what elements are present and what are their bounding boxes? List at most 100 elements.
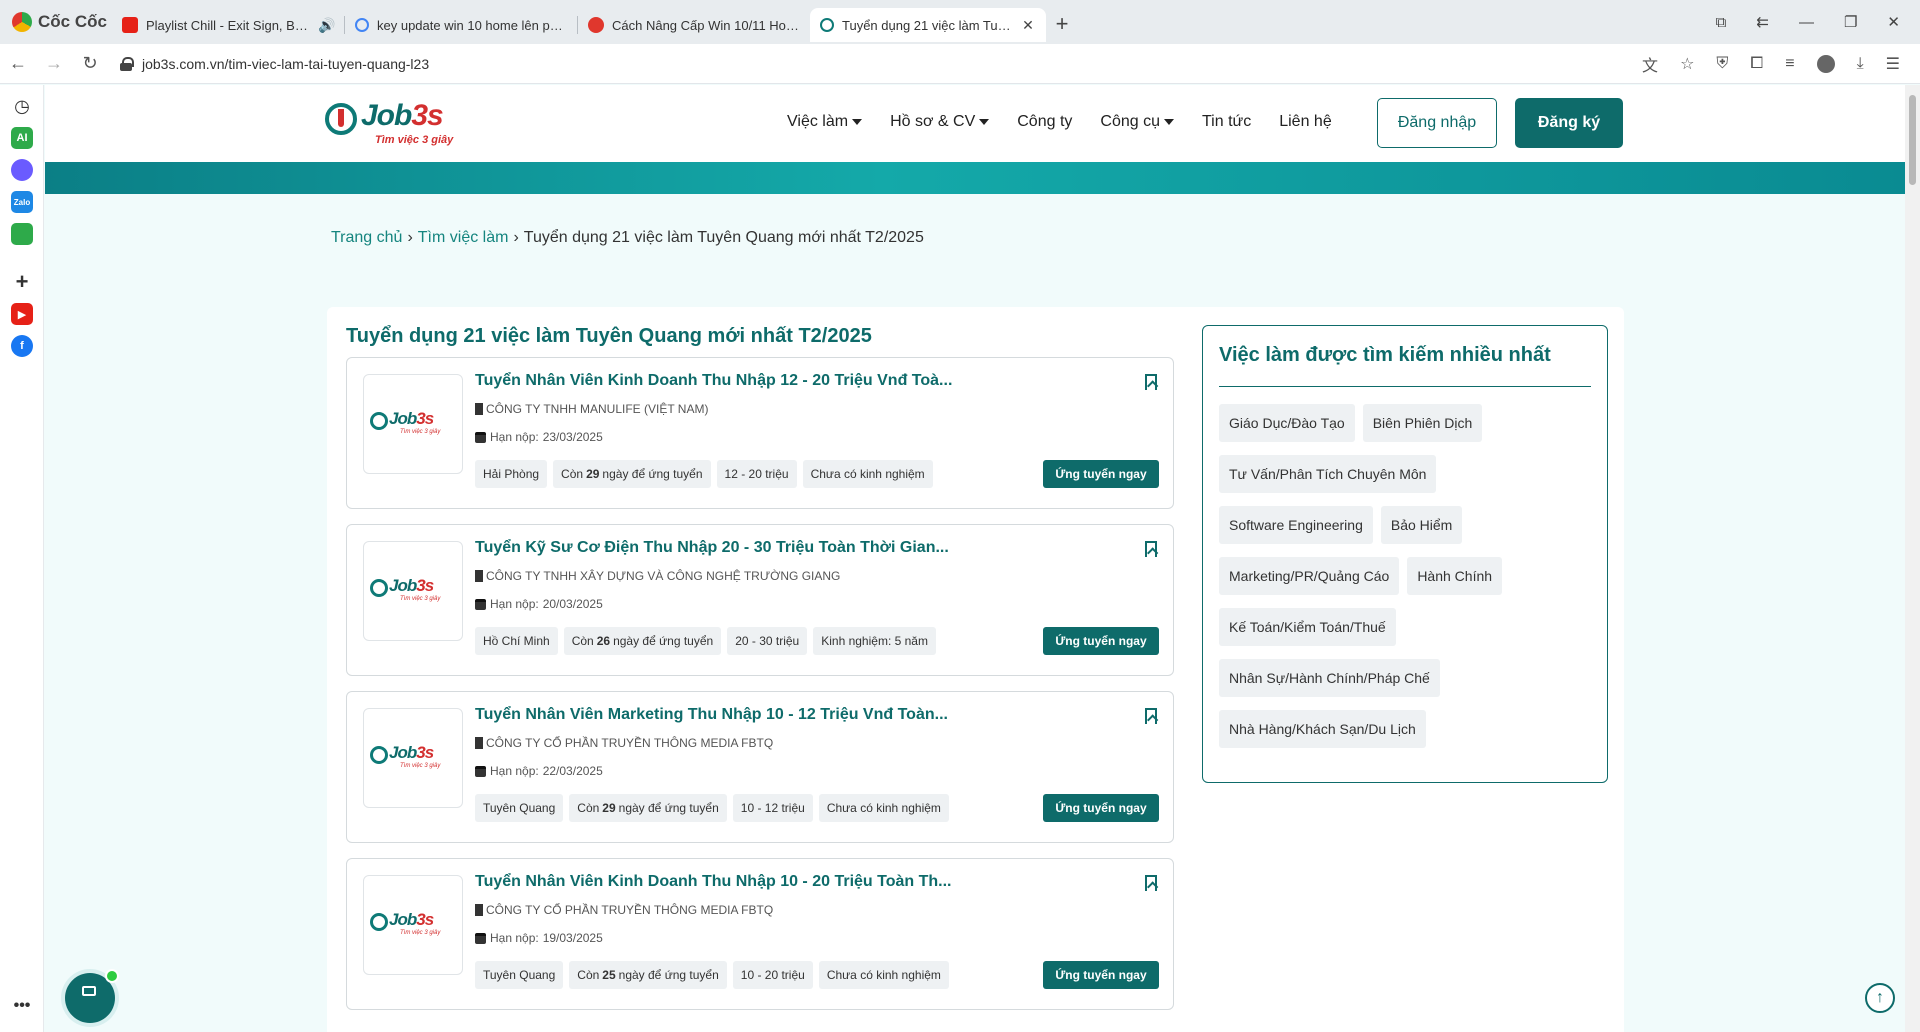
- chevron-down-icon: [1163, 119, 1174, 125]
- forward-arrow-icon[interactable]: →: [36, 53, 72, 74]
- apply-button[interactable]: Ứng tuyển ngay: [1043, 794, 1159, 822]
- menu-tin-tuc[interactable]: Tin tức: [1202, 113, 1251, 131]
- job-title[interactable]: Tuyển Kỹ Sư Cơ Điện Thu Nhập 20 - 30 Tri…: [475, 539, 949, 557]
- menu-lien-he[interactable]: Liên hệ: [1279, 113, 1332, 131]
- job-card[interactable]: Job3s Tìm việc 3 giây Tuyển Nhân Viên Mar…: [346, 691, 1174, 843]
- login-button[interactable]: Đăng nhập: [1377, 98, 1497, 148]
- tag-location: Hải Phòng: [475, 460, 548, 488]
- window-close-icon[interactable]: ✕: [1887, 13, 1900, 31]
- gamepad-icon[interactable]: [11, 223, 33, 245]
- menu-label: Liên hệ: [1279, 113, 1332, 130]
- job-deadline: Hạn nộp: 23/03/2025: [475, 430, 603, 444]
- breadcrumb: Trang chủ › Tìm việc làm › Tuyển dụng 21…: [331, 229, 924, 247]
- job-company: CÔNG TY CỔ PHẦN TRUYỀN THÔNG MEDIA FBTQ: [475, 736, 773, 750]
- popular-chip[interactable]: Biên Phiên Dịch: [1362, 404, 1483, 442]
- add-icon[interactable]: +: [11, 269, 33, 294]
- translate-icon[interactable]: 文: [1642, 52, 1658, 76]
- back-history-icon[interactable]: ⇇: [1756, 13, 1769, 31]
- breadcrumb-separator: ›: [407, 229, 413, 246]
- bookmark-star-icon[interactable]: ☆: [1680, 54, 1694, 74]
- chat-support-button[interactable]: [65, 969, 119, 1023]
- job3s-logo[interactable]: Job3s Tìm việc 3 giây: [325, 99, 485, 149]
- scroll-to-top-button[interactable]: ↑: [1865, 983, 1895, 1013]
- close-icon[interactable]: ✕: [1020, 17, 1036, 34]
- company-logo[interactable]: Job3s Tìm việc 3 giây: [363, 875, 463, 975]
- header-banner: [45, 162, 1905, 194]
- cast-icon[interactable]: ⧉: [1716, 14, 1727, 31]
- extensions-icon[interactable]: ⧠: [1750, 55, 1763, 73]
- calendar-icon: [475, 431, 486, 443]
- youtube-sidebar-icon[interactable]: ▶: [11, 303, 33, 325]
- popular-chip[interactable]: Nhân Sự/Hành Chính/Pháp Chế: [1219, 659, 1440, 697]
- zalo-icon[interactable]: Zalo: [11, 191, 33, 213]
- job-title[interactable]: Tuyển Nhân Viên Kinh Doanh Thu Nhập 10 -…: [475, 873, 951, 891]
- popular-chip[interactable]: Marketing/PR/Quảng Cáo: [1219, 557, 1400, 595]
- breadcrumb-home[interactable]: Trang chủ: [331, 229, 402, 247]
- bookmark-icon[interactable]: [1145, 875, 1157, 891]
- register-button[interactable]: Đăng ký: [1515, 98, 1623, 148]
- bookmark-icon[interactable]: [1145, 374, 1157, 390]
- menu-ho-so-cv[interactable]: Hồ sơ & CV: [890, 113, 990, 131]
- menu-viec-lam[interactable]: Việc làm: [787, 113, 863, 131]
- job-title[interactable]: Tuyển Nhân Viên Marketing Thu Nhập 10 - …: [475, 706, 948, 724]
- popular-chip[interactable]: Giáo Dục/Đào Tạo: [1219, 404, 1355, 442]
- company-logo[interactable]: Job3s Tìm việc 3 giây: [363, 708, 463, 808]
- scrollbar-thumb[interactable]: [1909, 95, 1916, 185]
- apply-button[interactable]: Ứng tuyển ngay: [1043, 460, 1159, 488]
- job-card[interactable]: Job3s Tìm việc 3 giây Tuyển Kỹ Sư Cơ Điện…: [346, 524, 1174, 676]
- menu-cong-cu[interactable]: Công cụ: [1100, 113, 1174, 131]
- shield-icon[interactable]: ⛨: [1716, 55, 1728, 73]
- popular-chip[interactable]: Kế Toán/Kiểm Toán/Thuế: [1219, 608, 1396, 646]
- minimize-icon[interactable]: —: [1799, 14, 1814, 31]
- facebook-icon[interactable]: f: [11, 335, 33, 357]
- browser-brand[interactable]: Cốc Cốc: [0, 0, 112, 44]
- messenger-icon[interactable]: [11, 159, 33, 181]
- job-deadline: Hạn nộp: 20/03/2025: [475, 597, 603, 611]
- company-logo[interactable]: Job3s Tìm việc 3 giây: [363, 541, 463, 641]
- menu-label: Công cụ: [1100, 113, 1160, 130]
- tab-job3s-active[interactable]: Tuyển dụng 21 việc làm Tuyên Quang ✕: [810, 8, 1046, 42]
- playlist-icon[interactable]: ≡: [1785, 55, 1794, 73]
- breadcrumb-jobs[interactable]: Tìm việc làm: [418, 229, 509, 247]
- company-logo[interactable]: Job3s Tìm việc 3 giây: [363, 374, 463, 474]
- popular-chip[interactable]: Tư Vấn/Phân Tích Chuyên Môn: [1219, 455, 1437, 493]
- building-icon: [475, 904, 483, 916]
- url-field[interactable]: job3s.com.vn/tim-viec-lam-tai-tuyen-quan…: [120, 56, 1642, 72]
- popular-chip[interactable]: Bảo Hiểm: [1380, 506, 1463, 544]
- job-title[interactable]: Tuyển Nhân Viên Kinh Doanh Thu Nhập 12 -…: [475, 372, 952, 390]
- tab-google-search[interactable]: key update win 10 home lên pro -: [345, 8, 577, 42]
- bookmark-icon[interactable]: [1145, 541, 1157, 557]
- avatar[interactable]: [1816, 54, 1835, 73]
- job-tags: Tuyên Quang Còn 25 ngày để ứng tuyển 10 - …: [475, 961, 949, 989]
- ai-icon[interactable]: AI: [11, 127, 33, 149]
- address-bar-actions: 文 ☆ ⛨ ⧠ ≡ ⤓ ☰: [1642, 52, 1920, 76]
- tab-upgrade-win[interactable]: Cách Nâng Cấp Win 10/11 Home: [578, 8, 810, 42]
- page-scrollbar[interactable]: [1905, 85, 1920, 1032]
- window-controls: ⧉ ⇇ — ❐ ✕: [1716, 13, 1920, 32]
- tab-youtube-playlist[interactable]: Playlist Chill - Exit Sign, Bầu Trời 🔊: [112, 8, 344, 42]
- menu-icon[interactable]: ☰: [1886, 54, 1900, 74]
- new-tab-button[interactable]: +: [1046, 11, 1078, 37]
- restore-icon[interactable]: ❐: [1844, 13, 1857, 31]
- apply-button[interactable]: Ứng tuyển ngay: [1043, 961, 1159, 989]
- popular-chip[interactable]: Nhà Hàng/Khách Sạn/Du Lịch: [1219, 710, 1426, 748]
- download-icon[interactable]: ⤓: [1857, 55, 1864, 73]
- more-icon[interactable]: •••: [11, 995, 33, 1017]
- building-icon: [475, 570, 483, 582]
- speaker-icon[interactable]: 🔊: [318, 17, 335, 34]
- menu-cong-ty[interactable]: Công ty: [1017, 113, 1072, 131]
- bookmark-icon[interactable]: [1145, 708, 1157, 724]
- popular-chip[interactable]: Hành Chính: [1407, 557, 1503, 595]
- history-icon[interactable]: ◷: [11, 95, 33, 117]
- tag-remaining: Còn 29 ngày để ứng tuyển: [569, 794, 727, 822]
- back-arrow-icon[interactable]: ←: [0, 53, 36, 74]
- apply-button[interactable]: Ứng tuyển ngay: [1043, 627, 1159, 655]
- popular-chip[interactable]: Software Engineering: [1219, 506, 1373, 544]
- browser-sidebar: ◷ AI Zalo + ▶ f •••: [0, 85, 44, 1032]
- reload-icon[interactable]: ↻: [72, 53, 108, 74]
- job-card[interactable]: Job3s Tìm việc 3 giây Tuyển Nhân Viên Kin…: [346, 858, 1174, 1010]
- job-card[interactable]: Job3s Tìm việc 3 giây Tuyển Nhân Viên Kin…: [346, 357, 1174, 509]
- url-text: job3s.com.vn/tim-viec-lam-tai-tuyen-quan…: [142, 55, 430, 72]
- building-icon: [475, 403, 483, 415]
- main-menu: Việc làm Hồ sơ & CV Công ty Công cụ Tin …: [787, 113, 1332, 131]
